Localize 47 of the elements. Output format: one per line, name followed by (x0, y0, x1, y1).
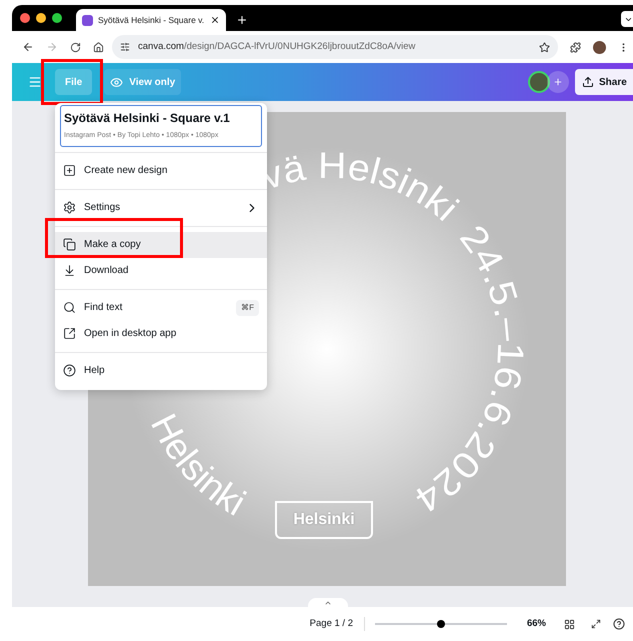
reload-icon[interactable] (70, 42, 81, 52)
add-people-button[interactable] (547, 71, 569, 93)
page-indicator[interactable]: Page 1 / 2 (310, 616, 353, 632)
menu-item[interactable]: Find text ⌘F (55, 294, 267, 320)
gear-icon (63, 201, 76, 214)
site-settings-icon[interactable] (120, 42, 130, 52)
close-icon[interactable] (210, 15, 220, 25)
profile-avatar[interactable] (593, 40, 606, 54)
tab-menu-button[interactable] (621, 11, 633, 27)
new-tab-icon[interactable] (236, 14, 248, 26)
extensions-icon[interactable] (570, 42, 581, 52)
back-icon[interactable] (22, 41, 34, 53)
url-field[interactable]: canva.com/design/DAGCA-lfVrU/0NUHGK26ljbrouutZdC8oA/view (112, 35, 558, 59)
shortcut-badge: ⌘F (236, 300, 259, 316)
share-button[interactable]: Share (575, 69, 633, 95)
menu-item[interactable]: Make a copy (55, 232, 267, 258)
fullscreen-icon[interactable] (591, 619, 601, 629)
zoom-slider[interactable] (374, 619, 507, 629)
canva-favicon-icon (82, 14, 93, 26)
browser-tab[interactable]: Syötävä Helsinki - Square v. (76, 9, 226, 31)
plus-icon (553, 77, 563, 87)
share-icon (582, 76, 594, 88)
zoom-reading: 66% (526, 616, 546, 631)
eye-icon (110, 76, 124, 88)
copy-icon (63, 238, 76, 251)
grid-view-icon[interactable] (564, 618, 575, 630)
close-window-icon[interactable] (20, 13, 30, 23)
menu-item[interactable]: Help (55, 358, 267, 384)
home-icon[interactable] (93, 42, 104, 52)
menu-item[interactable]: Settings (55, 194, 267, 220)
search-icon (63, 301, 76, 314)
menu-icon[interactable] (28, 75, 42, 89)
menu-item[interactable]: Open in desktop app (55, 320, 267, 346)
menu-item[interactable]: Create new design (55, 158, 267, 184)
plus-square-icon (63, 164, 76, 177)
help-icon[interactable] (613, 618, 625, 630)
chevron-up-icon (324, 599, 332, 607)
maximize-window-icon[interactable] (52, 13, 62, 23)
minimize-window-icon[interactable] (36, 13, 46, 23)
external-link-icon (63, 327, 76, 340)
logo-text: Helsinki (293, 510, 355, 530)
slider-thumb[interactable] (436, 620, 445, 628)
user-avatar[interactable] (528, 71, 550, 93)
download-icon (63, 264, 76, 277)
help-icon (63, 364, 76, 377)
bookmark-star-icon[interactable] (539, 42, 550, 52)
menu-item[interactable]: Download (55, 258, 267, 284)
